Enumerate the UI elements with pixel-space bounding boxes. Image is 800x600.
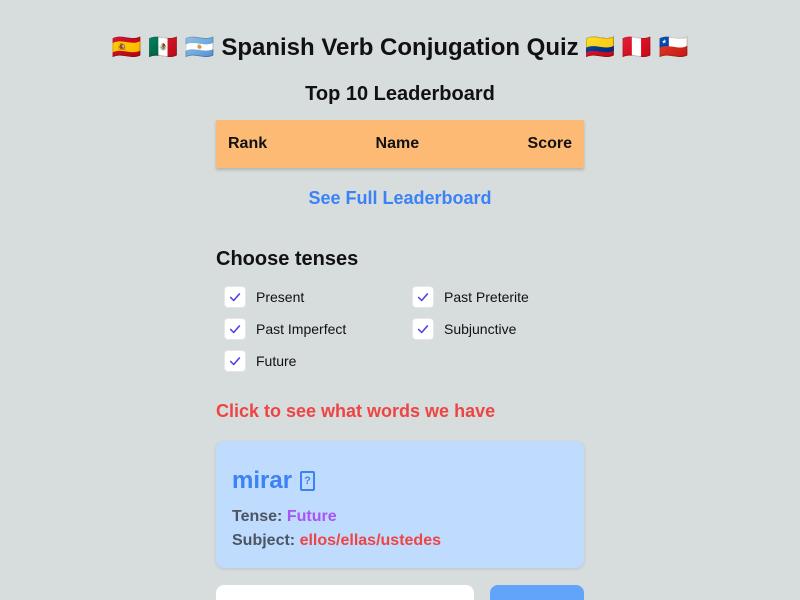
column-header-score: Score bbox=[527, 135, 572, 152]
speaker-icon[interactable]: ? bbox=[300, 471, 316, 491]
present-checkbox[interactable] bbox=[224, 286, 246, 308]
tense-option-future[interactable]: Future bbox=[224, 350, 296, 372]
see-words-link[interactable]: Click to see what words we have bbox=[216, 399, 495, 423]
tense-key: Tense: bbox=[232, 508, 283, 525]
checkmark-icon bbox=[417, 325, 429, 334]
tense-label: Subjunctive bbox=[444, 321, 517, 337]
tense-value: Future bbox=[286, 508, 337, 525]
checkmark-icon bbox=[229, 357, 241, 366]
page-title: 🇪🇸 🇲🇽 🇦🇷 Spanish Verb Conjugation Quiz 🇨… bbox=[111, 34, 689, 61]
leaderboard-title: Top 10 Leaderboard bbox=[305, 83, 495, 105]
checkmark-icon bbox=[229, 293, 241, 302]
quiz-page: 🇪🇸 🇲🇽 🇦🇷 Spanish Verb Conjugation Quiz 🇨… bbox=[0, 0, 800, 600]
tense-label: Past Preterite bbox=[444, 289, 529, 305]
subjunctive-checkbox[interactable] bbox=[412, 318, 434, 340]
submit-button[interactable] bbox=[490, 585, 584, 600]
checkmark-icon bbox=[417, 293, 429, 302]
verb-text: mirar bbox=[232, 467, 293, 494]
column-header-rank: Rank bbox=[228, 135, 268, 152]
subject-key: Subject: bbox=[232, 532, 296, 549]
tenses-heading: Choose tenses bbox=[216, 248, 359, 270]
column-header-name: Name bbox=[375, 135, 420, 152]
verb-line: mirar ? bbox=[232, 466, 316, 496]
past-imperfect-checkbox[interactable] bbox=[224, 318, 246, 340]
tense-option-present[interactable]: Present bbox=[224, 286, 304, 308]
tense-option-past-preterite[interactable]: Past Preterite bbox=[412, 286, 529, 308]
subject-line: Subject: ellos/ellas/ustedes bbox=[232, 530, 441, 552]
tense-label: Past Imperfect bbox=[256, 321, 347, 337]
full-leaderboard-link[interactable]: See Full Leaderboard bbox=[0, 186, 800, 210]
question-card: mirar ? Tense: Future Subject: ellos/ell… bbox=[216, 441, 584, 568]
tense-option-past-imperfect[interactable]: Past Imperfect bbox=[224, 318, 346, 340]
subject-value: ellos/ellas/ustedes bbox=[299, 532, 441, 549]
tense-option-subjunctive[interactable]: Subjunctive bbox=[412, 318, 516, 340]
checkmark-icon bbox=[229, 325, 241, 334]
answer-input[interactable] bbox=[216, 585, 474, 600]
tense-label: Future bbox=[256, 353, 297, 369]
tense-line: Tense: Future bbox=[232, 506, 337, 528]
leaderboard-table-header: Rank Name Score bbox=[216, 120, 584, 168]
past-preterite-checkbox[interactable] bbox=[412, 286, 434, 308]
future-checkbox[interactable] bbox=[224, 350, 246, 372]
tense-label: Present bbox=[256, 289, 305, 305]
